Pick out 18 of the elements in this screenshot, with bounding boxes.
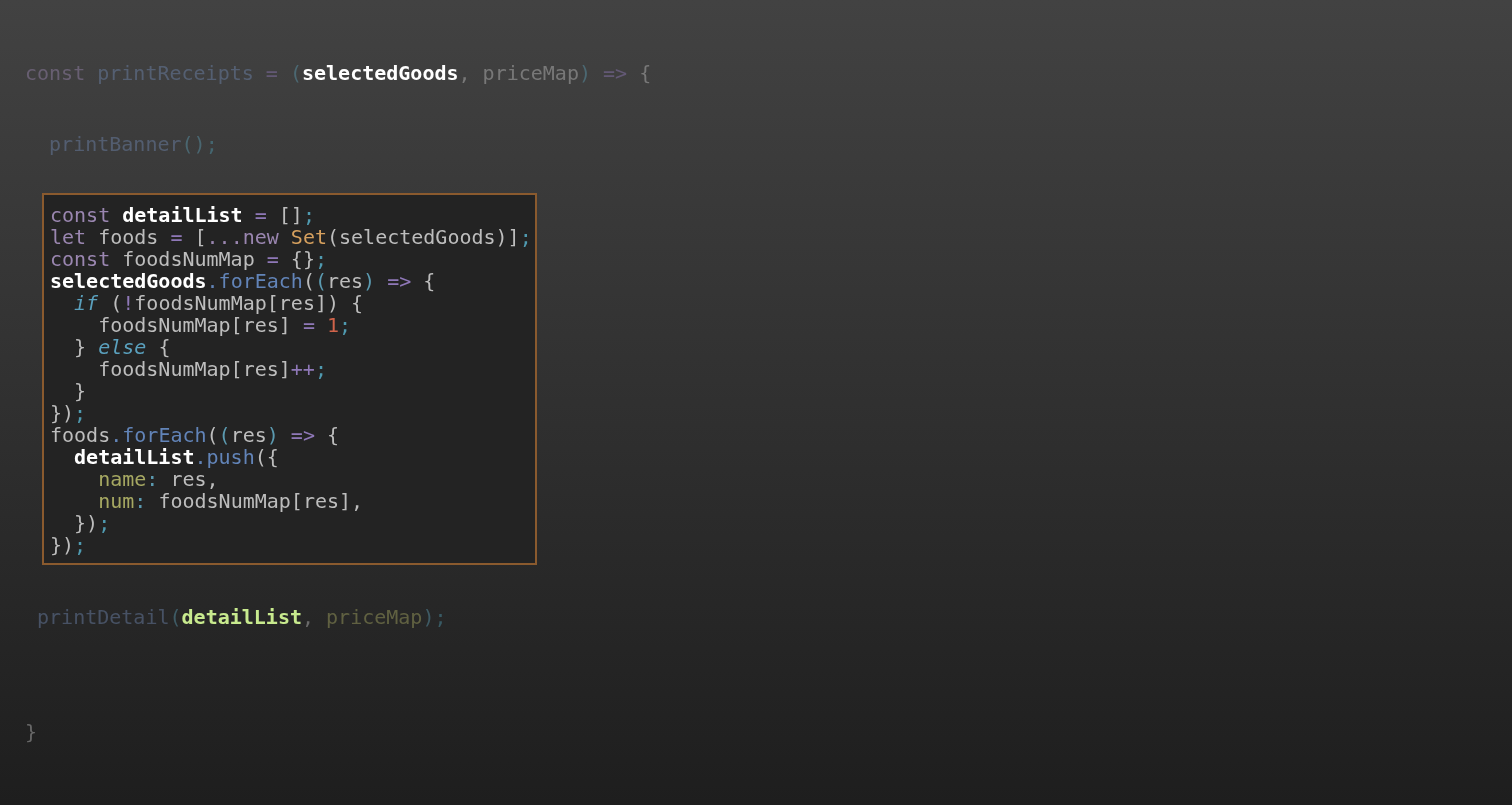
code-line: let foods = [...new Set(selectedGoods)]; — [50, 226, 529, 248]
code-line: num: foodsNumMap[res], — [97, 490, 365, 512]
code-line: }); — [50, 534, 87, 556]
code-line: } else { — [73, 336, 171, 358]
code-line: printDetail(detailList, priceMap); — [36, 606, 447, 628]
code-line: const detailList = []; — [50, 204, 316, 226]
code-line: foodsNumMap[res] = 1; — [97, 314, 353, 336]
code-line: if (!foodsNumMap[res]) { — [73, 292, 365, 314]
code-line: foods.forEach((res) => { — [50, 424, 341, 446]
code-line: } — [73, 380, 88, 402]
code-line: } — [25, 721, 38, 743]
code-line: selectedGoods.forEach((res) => { — [50, 270, 437, 292]
code-line: }); — [50, 402, 88, 424]
code-line: detailList.push({ — [73, 446, 280, 468]
code-line: const foodsNumMap = {}; — [50, 248, 328, 270]
code-line: foodsNumMap[res]++; — [97, 358, 328, 380]
code-line: name: res, — [97, 468, 219, 490]
code-line: }); — [73, 512, 112, 534]
